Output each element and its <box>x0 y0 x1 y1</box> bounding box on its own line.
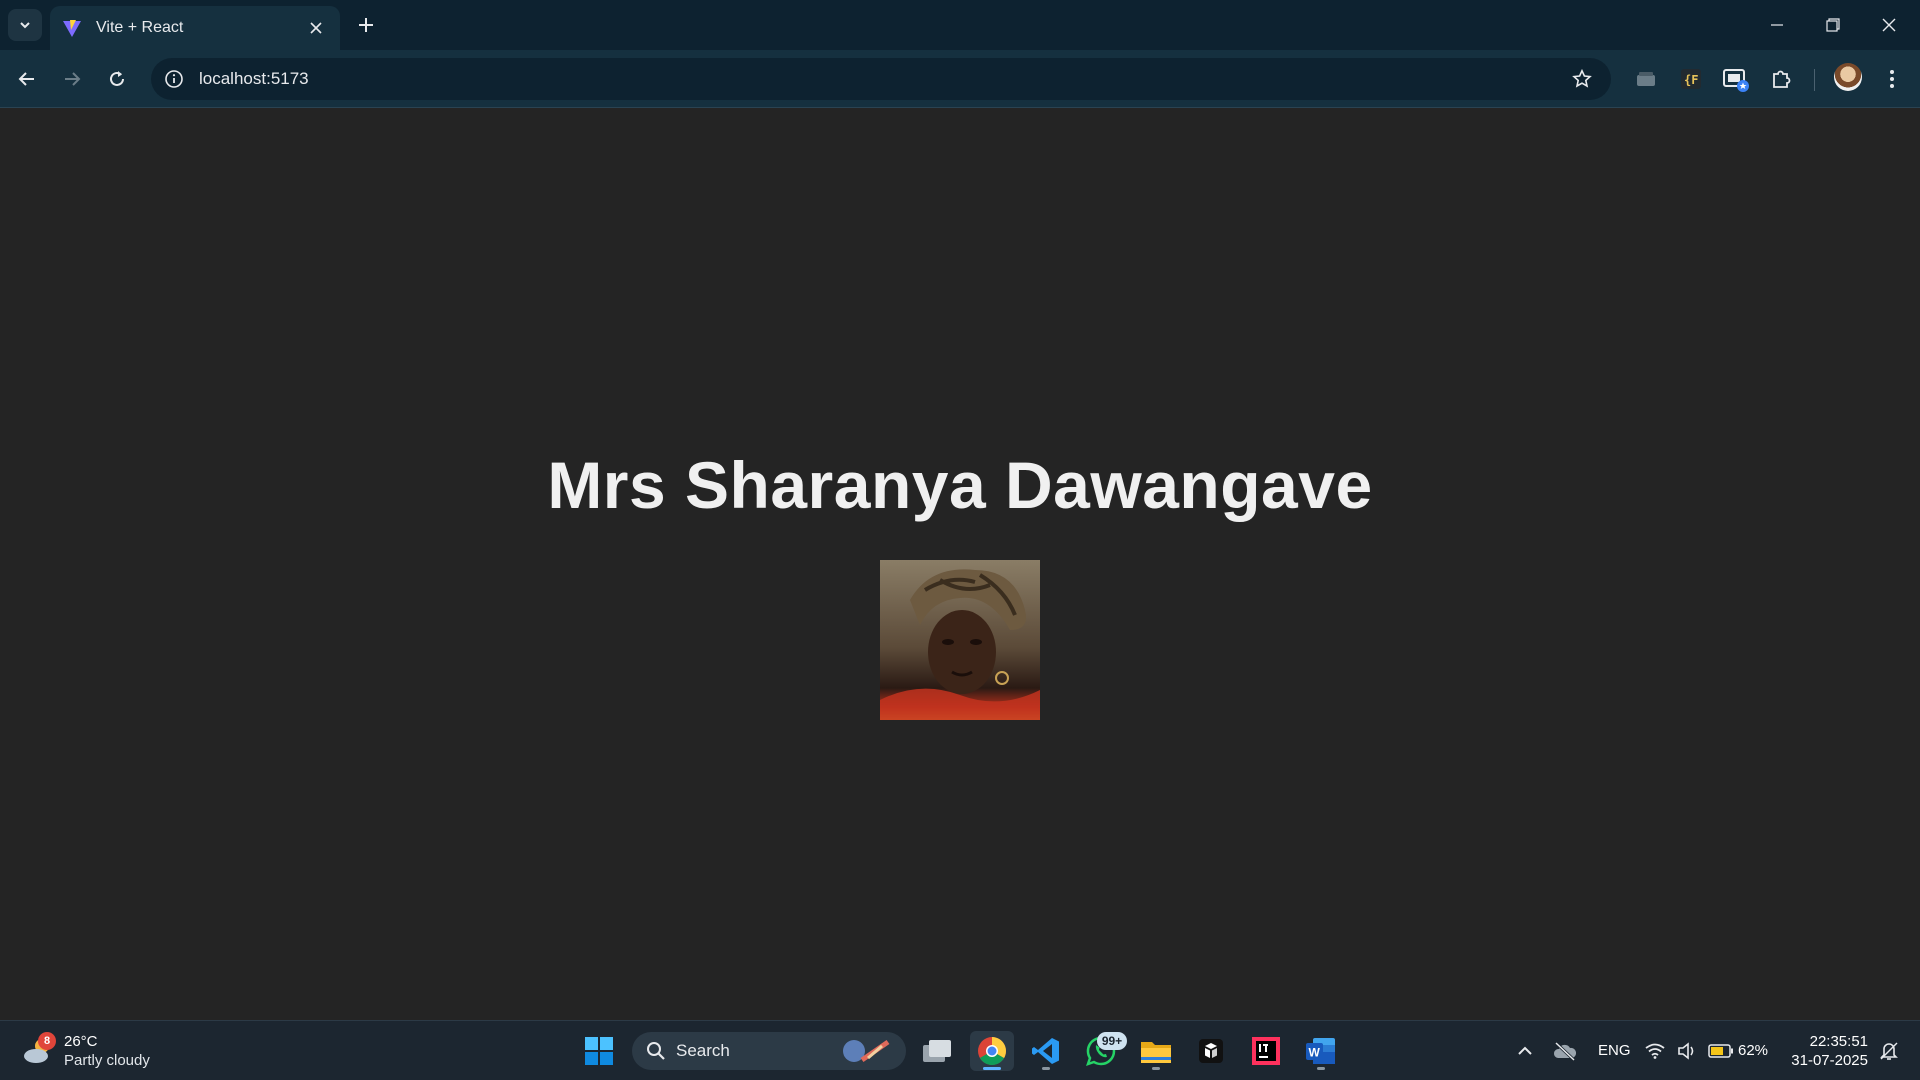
volume-icon[interactable] <box>1672 1031 1702 1071</box>
search-icon <box>647 1042 665 1060</box>
running-indicator <box>1317 1067 1325 1070</box>
toolbar-divider <box>1814 69 1815 91</box>
taskbar-app-box[interactable] <box>1191 1031 1231 1071</box>
new-tab-button[interactable] <box>352 11 380 39</box>
running-indicator <box>1152 1067 1160 1070</box>
taskbar-search[interactable]: Search <box>632 1032 906 1070</box>
restore-icon <box>1826 18 1840 32</box>
page-viewport: Mrs Sharanya Dawangave <box>0 109 1920 1020</box>
extension-cards-icon[interactable] <box>1630 63 1662 95</box>
minimize-icon <box>1771 24 1783 26</box>
close-icon <box>1882 18 1896 32</box>
tab-search-button[interactable] <box>8 9 42 41</box>
address-url: localhost:5173 <box>199 69 309 88</box>
reload-icon <box>110 71 124 86</box>
taskbar-chrome[interactable] <box>970 1031 1014 1071</box>
address-bar[interactable]: localhost:5173 <box>151 58 1611 100</box>
back-button[interactable] <box>11 63 43 95</box>
site-info-icon[interactable] <box>163 68 185 90</box>
arrow-left-icon <box>18 72 34 86</box>
taskbar-vscode[interactable] <box>1026 1031 1066 1071</box>
close-window-button[interactable] <box>1866 8 1912 42</box>
profile-photo <box>880 560 1040 720</box>
forward-button[interactable] <box>56 63 88 95</box>
task-view-icon <box>923 1040 951 1062</box>
extension-bracket-f-icon[interactable]: {F <box>1675 63 1707 95</box>
arrow-right-icon <box>65 72 81 86</box>
restore-button[interactable] <box>1810 8 1856 42</box>
svg-text:W: W <box>1309 1046 1321 1060</box>
svg-text:{F: {F <box>1684 73 1698 87</box>
show-hidden-icons-button[interactable] <box>1505 1031 1545 1071</box>
start-button[interactable] <box>579 1031 619 1071</box>
taskbar-intellij[interactable] <box>1246 1031 1286 1071</box>
reload-button[interactable] <box>101 63 133 95</box>
word-icon: W <box>1306 1038 1335 1064</box>
running-indicator <box>1042 1067 1050 1070</box>
wifi-icon[interactable] <box>1640 1031 1670 1071</box>
profile-avatar[interactable] <box>1834 63 1862 91</box>
clock-time: 22:35:51 <box>1809 1033 1868 1050</box>
extension-window-badge-icon[interactable] <box>1720 63 1752 95</box>
vscode-icon <box>1032 1038 1059 1064</box>
minimize-button[interactable] <box>1754 8 1800 42</box>
search-highlight-illustration-icon <box>843 1039 890 1063</box>
taskbar-file-explorer[interactable] <box>1136 1031 1176 1071</box>
weather-alert-badge: 8 <box>38 1032 56 1050</box>
notification-bell-icon[interactable] <box>1872 1031 1906 1071</box>
weather-widget[interactable]: 8 26°C Partly cloudy <box>22 1030 150 1072</box>
taskbar-whatsapp[interactable]: 99+ <box>1081 1031 1127 1071</box>
battery-icon[interactable] <box>1706 1031 1736 1071</box>
partly-cloudy-icon: 8 <box>22 1032 56 1068</box>
vite-logo-icon <box>62 18 82 38</box>
chrome-icon <box>978 1037 1006 1065</box>
browser-tab-strip: Vite + React <box>0 0 1920 50</box>
task-view-button[interactable] <box>917 1031 957 1071</box>
intellij-icon <box>1252 1037 1280 1065</box>
weather-condition: Partly cloudy <box>64 1052 150 1069</box>
browser-toolbar: localhost:5173 {F <box>0 50 1920 108</box>
browser-tab-active[interactable]: Vite + React <box>50 6 340 50</box>
tab-close-icon[interactable] <box>304 16 328 40</box>
battery-percentage: 62% <box>1738 1042 1769 1059</box>
taskbar-word[interactable]: W <box>1301 1031 1341 1071</box>
clock-date: 31-07-2025 <box>1791 1052 1868 1069</box>
tab-title: Vite + React <box>96 19 184 36</box>
extensions-puzzle-icon[interactable] <box>1765 63 1797 95</box>
page-heading: Mrs Sharanya Dawangave <box>547 448 1373 522</box>
browser-menu-icon[interactable] <box>1876 63 1908 95</box>
windows-taskbar: 8 26°C Partly cloudy Search 99+ W ENG 62… <box>0 1020 1920 1080</box>
chevron-down-icon <box>20 22 30 29</box>
language-indicator[interactable]: ENG <box>1598 1042 1631 1059</box>
whatsapp-unread-badge: 99+ <box>1097 1032 1127 1050</box>
box-app-icon <box>1199 1039 1223 1063</box>
running-indicator <box>983 1067 1001 1070</box>
plus-icon <box>359 18 373 32</box>
search-label: Search <box>676 1041 730 1060</box>
weather-temperature: 26°C <box>64 1033 98 1050</box>
bookmark-star-icon[interactable] <box>1567 64 1597 94</box>
chevron-up-icon <box>1518 1046 1532 1055</box>
folder-icon <box>1141 1042 1171 1063</box>
windows-logo-icon <box>585 1037 613 1065</box>
onedrive-offline-icon[interactable] <box>1545 1031 1585 1071</box>
clock[interactable]: 22:35:51 31-07-2025 <box>1786 1032 1868 1070</box>
